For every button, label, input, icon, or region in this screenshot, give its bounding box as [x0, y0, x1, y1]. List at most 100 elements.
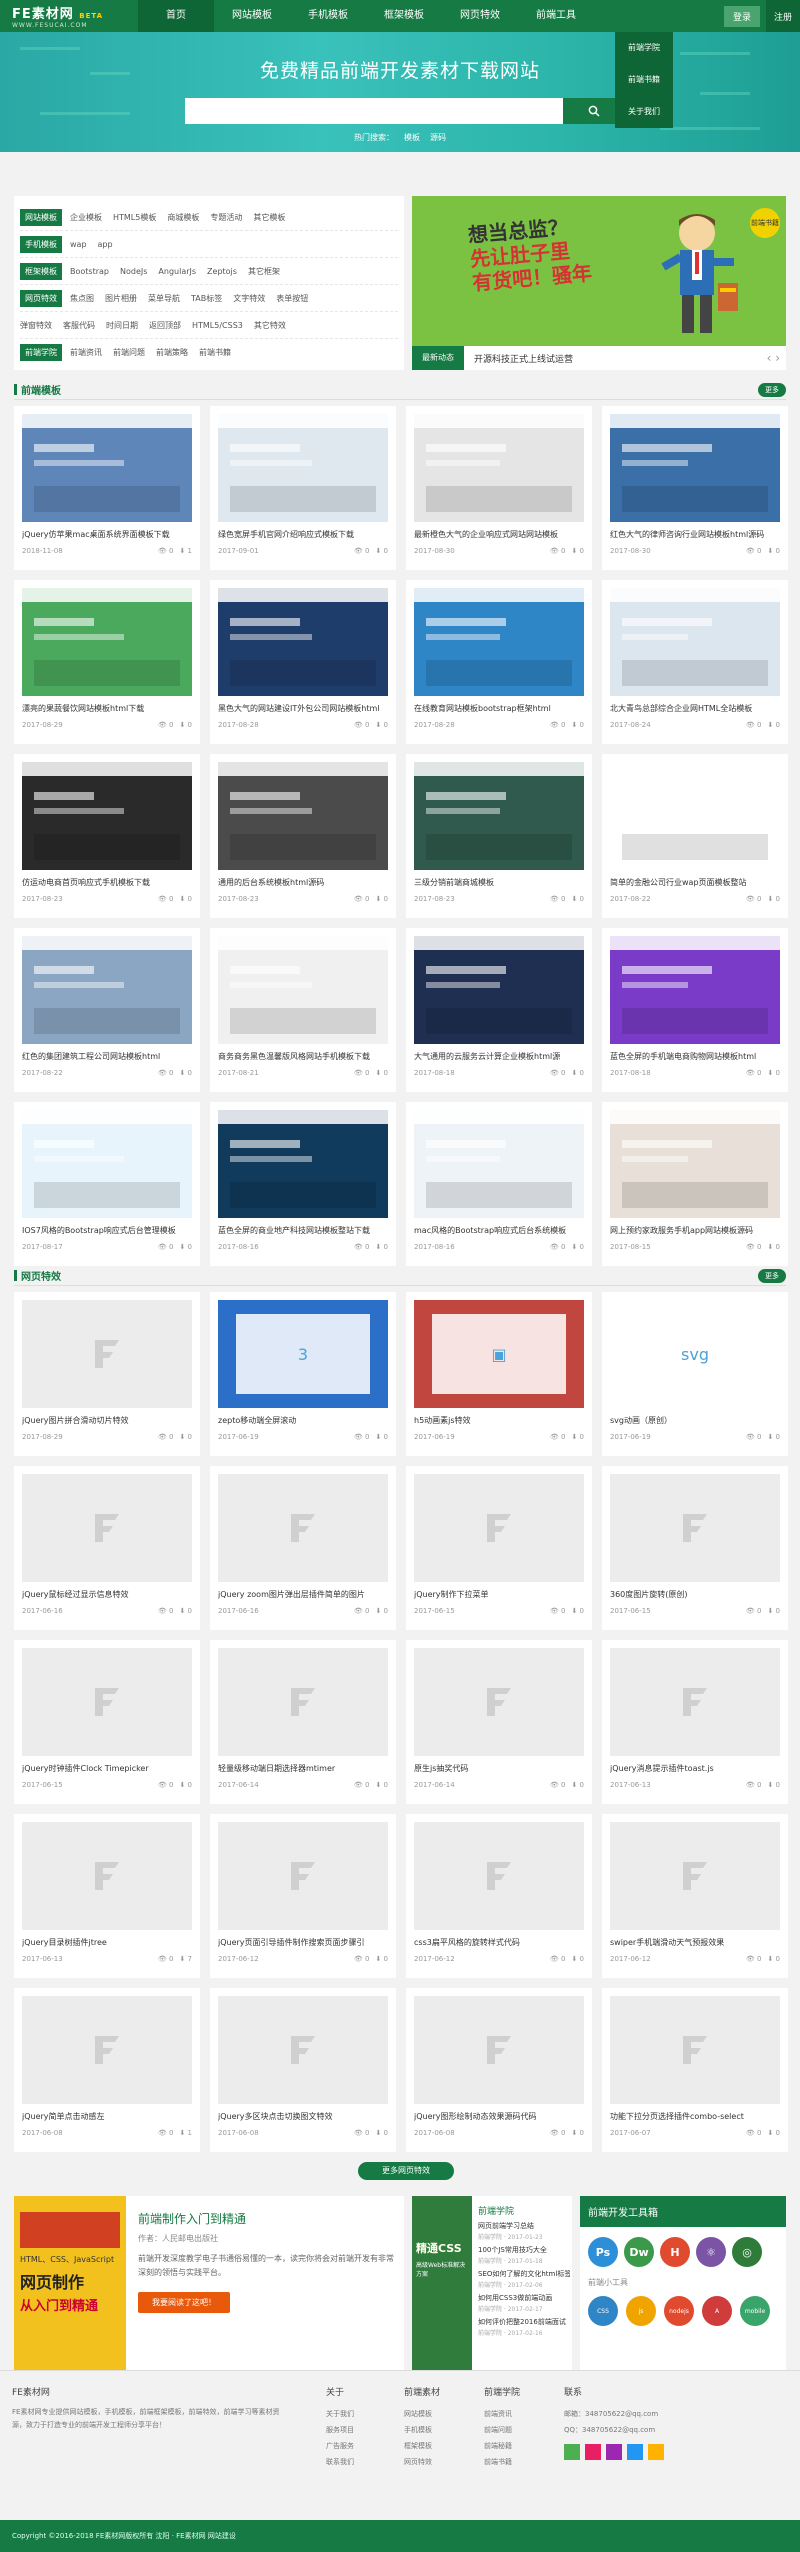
- effect-card[interactable]: jQuery制作下拉菜单 2017-06-15 👁 0 ⬇ 0: [406, 1466, 592, 1630]
- more-button[interactable]: 更多: [758, 1268, 786, 1283]
- card-title[interactable]: 简单的金融公司行业wap页面模板整站: [610, 877, 780, 888]
- template-card[interactable]: 三级分销前端商城模板 2017-08-23 👁 0 ⬇ 0: [406, 754, 592, 918]
- thumbnail-image[interactable]: [22, 1110, 192, 1218]
- tool-icon[interactable]: Ps: [588, 2237, 618, 2267]
- card-title[interactable]: jQuery页面引导插件制作搜索页面步骤引: [218, 1937, 388, 1948]
- template-card[interactable]: mac风格的Bootstrap响应式后台系统模板 2017-08-16 👁 0 ⬇ 0: [406, 1102, 592, 1266]
- thumbnail-image[interactable]: [218, 1474, 388, 1582]
- tag-link[interactable]: TAB标签: [191, 293, 222, 304]
- thumbnail-image[interactable]: [610, 1110, 780, 1218]
- effect-card[interactable]: jQuery简单点击动感左 2017-06-08 👁 0 ⬇ 1: [14, 1988, 200, 2152]
- tag-link[interactable]: 时间日期: [106, 320, 138, 331]
- footer-link[interactable]: 前端资讯: [484, 2406, 520, 2422]
- news-item[interactable]: 开源科技正式上线试运营: [474, 352, 767, 365]
- card-title[interactable]: jQuery鼠标经过显示信息特效: [22, 1589, 192, 1600]
- card-title[interactable]: 功能下拉分页选择插件combo-select: [610, 2111, 780, 2122]
- template-card[interactable]: IOS7风格的Bootstrap响应式后台管理模板 2017-08-17 👁 0 ⬇ …: [14, 1102, 200, 1266]
- more-button[interactable]: 更多: [758, 382, 786, 397]
- message-icon[interactable]: [648, 2444, 664, 2460]
- tag-link[interactable]: AngularJs: [158, 267, 196, 276]
- effect-card[interactable]: jQuery图片拼合滑动切片特效 2017-08-29 👁 0 ⬇ 0: [14, 1292, 200, 1456]
- tag-link[interactable]: 商城模板: [167, 212, 199, 223]
- template-card[interactable]: 蓝色全屏的手机端电商购物网站模板html 2017-08-18 👁 0 ⬇ 0: [602, 928, 788, 1092]
- card-title[interactable]: 最新橙色大气的企业响应式网站网站模板: [414, 529, 584, 540]
- nav-item[interactable]: 网页特效: [442, 0, 518, 32]
- footer-link[interactable]: 前端秘籍: [484, 2438, 520, 2454]
- thumbnail-image[interactable]: [218, 1996, 388, 2104]
- card-title[interactable]: 原生js抽奖代码: [414, 1763, 584, 1774]
- hot-link[interactable]: 模板: [404, 133, 420, 142]
- thumbnail-image[interactable]: [414, 1648, 584, 1756]
- book-cover[interactable]: HTML、CSS、JavaScript 网页制作 从入门到精通: [14, 2196, 126, 2370]
- promo-banner[interactable]: 想当总监？ 先让肚子里 有货吧！骚年 前端书籍: [412, 196, 786, 346]
- site-logo[interactable]: FE素材网 BETA WWW.FESUCAI.COM: [0, 0, 138, 32]
- thumbnail-image[interactable]: [22, 414, 192, 522]
- nav-item[interactable]: 网站模板: [214, 0, 290, 32]
- tag-link[interactable]: 其它特效: [254, 320, 286, 331]
- thumbnail-image[interactable]: [414, 414, 584, 522]
- card-title[interactable]: 在线教育网站模板bootstrap框架html: [414, 703, 584, 714]
- tag-link[interactable]: 前端书籍: [199, 347, 231, 358]
- template-card[interactable]: jQuery仿苹果mac桌面系统界面模板下载 2018-11-08 👁 0 ⬇ 1: [14, 406, 200, 570]
- card-title[interactable]: jQuery简单点击动感左: [22, 2111, 192, 2122]
- tag-link[interactable]: 前端策略: [156, 347, 188, 358]
- category-label[interactable]: 前端学院: [20, 344, 62, 361]
- book-title[interactable]: 前端制作入门到精通: [138, 2210, 394, 2227]
- card-title[interactable]: jQuery zoom图片弹出层插件简单的图片: [218, 1589, 388, 1600]
- footer-link[interactable]: 服务项目: [326, 2422, 354, 2438]
- template-card[interactable]: 简单的金融公司行业wap页面模板整站 2017-08-22 👁 0 ⬇ 0: [602, 754, 788, 918]
- dropdown-item-about[interactable]: 关于我们: [615, 96, 673, 128]
- tag-link[interactable]: 其它框架: [248, 266, 280, 277]
- tool-icon[interactable]: ◎: [732, 2237, 762, 2267]
- login-button[interactable]: 登录: [723, 5, 760, 27]
- effect-card[interactable]: 3 zepto移动端全屏滚动 2017-06-19 👁 0 ⬇ 0: [210, 1292, 396, 1456]
- tag-link[interactable]: 企业模板: [70, 212, 102, 223]
- footer-link[interactable]: 网站模板: [404, 2406, 440, 2422]
- thumbnail-image[interactable]: [610, 1474, 780, 1582]
- academy-link[interactable]: 100个JS常用技巧大全: [478, 2245, 570, 2255]
- template-card[interactable]: 蓝色全屏的商业地产科技网站模板整站下载 2017-08-16 👁 0 ⬇ 0: [210, 1102, 396, 1266]
- footer-link[interactable]: 框架模板: [404, 2438, 440, 2454]
- academy-link[interactable]: SEO如何了解的文化html标签: [478, 2269, 570, 2279]
- tool-small-icon[interactable]: CSS: [588, 2296, 618, 2326]
- tool-small-icon[interactable]: mobile: [740, 2296, 770, 2326]
- thumbnail-image[interactable]: [22, 762, 192, 870]
- tag-link[interactable]: 弹窗特效: [20, 320, 52, 331]
- thumbnail-image[interactable]: [610, 414, 780, 522]
- qq-icon[interactable]: [627, 2444, 643, 2460]
- card-title[interactable]: 红色的集团建筑工程公司网站模板html: [22, 1051, 192, 1062]
- template-card[interactable]: 大气通用的云服务云计算企业模板html源 2017-08-18 👁 0 ⬇ 0: [406, 928, 592, 1092]
- thumbnail-image[interactable]: svg: [610, 1300, 780, 1408]
- tool-icon[interactable]: H: [660, 2237, 690, 2267]
- thumbnail-image[interactable]: [218, 1822, 388, 1930]
- thumbnail-image[interactable]: [22, 588, 192, 696]
- footer-link[interactable]: 前端问题: [484, 2422, 520, 2438]
- thumbnail-image[interactable]: [218, 588, 388, 696]
- nav-item[interactable]: 前端工具: [518, 0, 594, 32]
- tool-icon[interactable]: Dw: [624, 2237, 654, 2267]
- card-title[interactable]: 北大青鸟总部综合企业网HTML全站模板: [610, 703, 780, 714]
- effect-card[interactable]: 原生js抽奖代码 2017-06-14 👁 0 ⬇ 0: [406, 1640, 592, 1804]
- effect-card[interactable]: ▣ h5动画素js特效 2017-06-19 👁 0 ⬇ 0: [406, 1292, 592, 1456]
- tag-link[interactable]: NodeJs: [120, 267, 147, 276]
- card-title[interactable]: zepto移动端全屏滚动: [218, 1415, 388, 1426]
- card-title[interactable]: 绿色宽屏手机官网介绍响应式模板下载: [218, 529, 388, 540]
- thumbnail-image[interactable]: [414, 762, 584, 870]
- thumbnail-image[interactable]: [610, 1996, 780, 2104]
- card-title[interactable]: css3扁平风格的旋转样式代码: [414, 1937, 584, 1948]
- thumbnail-image[interactable]: [218, 936, 388, 1044]
- tool-small-icon[interactable]: js: [626, 2296, 656, 2326]
- thumbnail-image[interactable]: [610, 1648, 780, 1756]
- card-title[interactable]: swiper手机端滑动天气预报效果: [610, 1937, 780, 1948]
- hot-link[interactable]: 源码: [430, 133, 446, 142]
- footer-link[interactable]: 前端书籍: [484, 2454, 520, 2470]
- effect-card[interactable]: jQuery消息提示插件toast.js 2017-06-13 👁 0 ⬇ 0: [602, 1640, 788, 1804]
- card-title[interactable]: jQuery多区块点击切换图文特效: [218, 2111, 388, 2122]
- thumbnail-image[interactable]: [22, 1822, 192, 1930]
- effect-card[interactable]: jQuery鼠标经过显示信息特效 2017-06-16 👁 0 ⬇ 0: [14, 1466, 200, 1630]
- thumbnail-image[interactable]: 3: [218, 1300, 388, 1408]
- tag-link[interactable]: 前端问题: [113, 347, 145, 358]
- thumbnail-image[interactable]: [414, 1996, 584, 2104]
- tag-link[interactable]: 焦点图: [70, 293, 94, 304]
- effect-card[interactable]: jQuery时钟插件Clock Timepicker 2017-06-15 👁 0 ⬇…: [14, 1640, 200, 1804]
